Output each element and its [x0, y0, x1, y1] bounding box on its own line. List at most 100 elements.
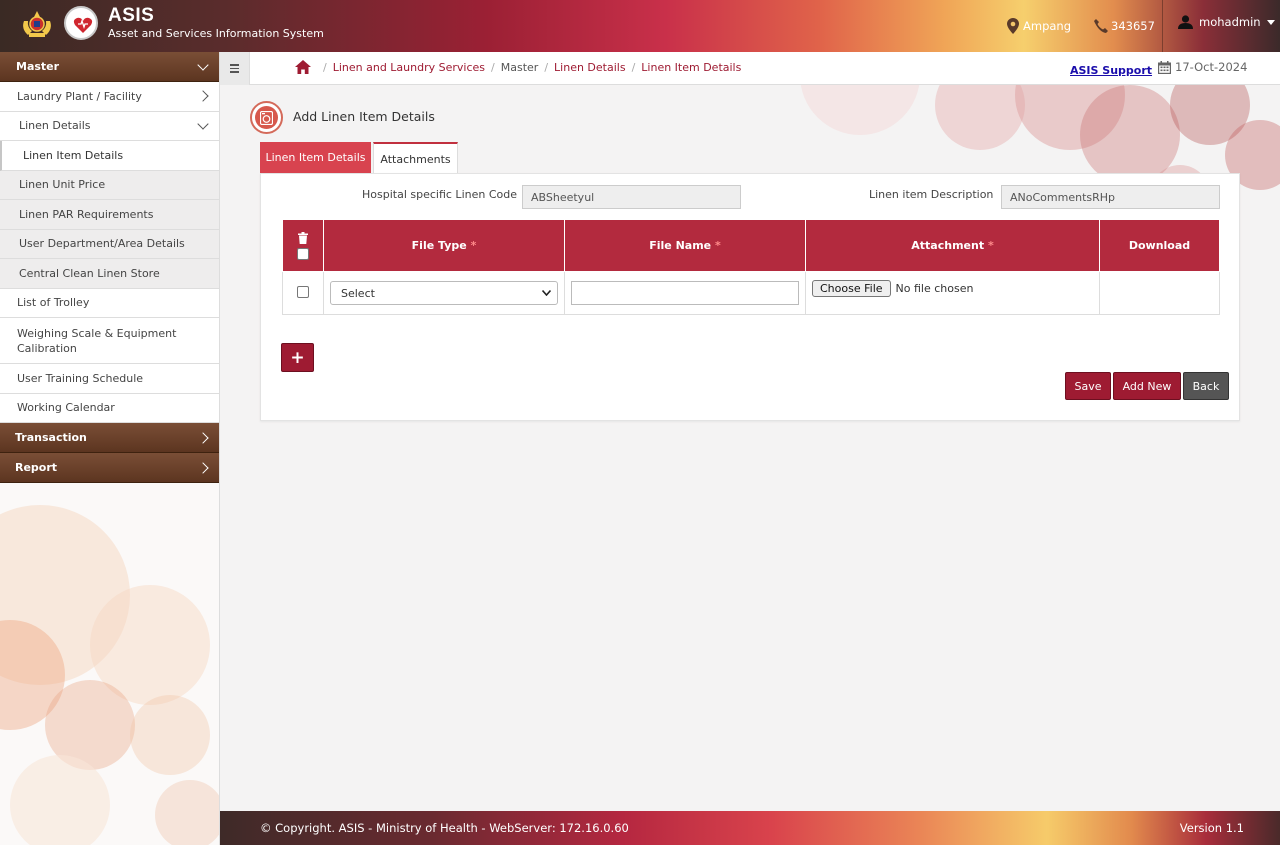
sidebar-item-label: User Training Schedule [17, 371, 144, 385]
chevron-down-icon [542, 290, 551, 296]
attachment-cell: Choose File No file chosen [805, 271, 1100, 315]
linen-item-page-icon [250, 101, 283, 134]
save-button[interactable]: Save [1065, 372, 1111, 400]
chevron-right-icon [197, 90, 209, 102]
sidebar-item-label: Linen Item Details [23, 148, 124, 162]
sidebar-section-master[interactable]: Master [0, 52, 219, 82]
calendar-icon [1158, 60, 1171, 74]
ministry-of-health-logo [64, 6, 98, 40]
sidebar-item-label: User Department/Area Details [19, 237, 185, 251]
app-header: ASIS Asset and Services Information Syst… [0, 0, 1280, 52]
sidebar-item-label: Weighing Scale & Equipment Calibration [17, 326, 177, 355]
phone-indicator[interactable]: 343657 [1093, 18, 1155, 34]
add-new-button[interactable]: Add New [1113, 372, 1181, 400]
sidebar-item-central-clean-linen-store[interactable]: Central Clean Linen Store [0, 259, 219, 289]
choose-file-button[interactable]: Choose File [812, 279, 891, 297]
download-header: Download [1099, 219, 1220, 272]
sidebar-item-laundry-plant[interactable]: Laundry Plant / Facility [0, 82, 219, 112]
phone-icon [1094, 19, 1108, 33]
breadcrumb-item[interactable]: Linen and Laundry Services [333, 61, 485, 74]
sidebar-item-label: Linen Unit Price [19, 178, 106, 192]
attachments-panel: Hospital specific Linen Code ABSheetyul … [260, 173, 1240, 421]
file-type-selected: Select [341, 286, 375, 300]
download-cell [1099, 271, 1220, 315]
sidebar-item-label: Working Calendar [17, 401, 115, 415]
menu-toggle-icon[interactable] [220, 52, 250, 85]
file-name-cell [564, 271, 806, 315]
footer-copyright: © Copyright. ASIS - Ministry of Health -… [260, 821, 629, 835]
description-field: ANoCommentsRHp [1001, 185, 1220, 209]
topbar: / Linen and Laundry Services / Master / … [220, 52, 1280, 85]
trash-icon[interactable] [298, 231, 308, 244]
sidebar: Master Laundry Plant / Facility Linen De… [0, 52, 220, 845]
username: mohadmin [1199, 15, 1261, 29]
app-title: ASIS [108, 5, 155, 26]
breadcrumb-item: Master [500, 60, 539, 74]
location-text: Ampang [1023, 19, 1072, 33]
sidebar-decoration [0, 505, 219, 845]
required-marker: * [987, 239, 994, 252]
chevron-right-icon [197, 461, 209, 474]
download-header-label: Download [1128, 239, 1191, 252]
sidebar-section-label: Master [16, 60, 60, 73]
sidebar-item-user-department[interactable]: User Department/Area Details [0, 229, 219, 259]
file-type-header-label: File Type [411, 239, 467, 252]
sidebar-section-transaction[interactable]: Transaction [0, 423, 219, 453]
add-row-button[interactable]: + [281, 343, 314, 372]
user-menu[interactable]: mohadmin [1178, 15, 1275, 29]
sidebar-item-user-training-schedule[interactable]: User Training Schedule [0, 364, 219, 394]
sidebar-item-list-of-trolley[interactable]: List of Trolley [0, 288, 219, 318]
attachments-table: File Type * File Name * Attachment * Dow… [282, 219, 1220, 315]
file-type-select[interactable]: Select [330, 281, 558, 305]
sidebar-item-weighing-scale[interactable]: Weighing Scale & Equipment Calibration [0, 318, 219, 364]
sidebar-item-label: Central Clean Linen Store [19, 266, 160, 280]
phone-text: 343657 [1111, 19, 1155, 33]
app-subtitle: Asset and Services Information System [108, 27, 324, 40]
heart-icon [73, 17, 93, 33]
row-checkbox[interactable] [297, 285, 309, 298]
map-pin-icon [1007, 18, 1019, 34]
row-select-cell [282, 271, 324, 315]
header-divider [1162, 0, 1163, 52]
sidebar-item-linen-unit-price[interactable]: Linen Unit Price [0, 170, 219, 200]
government-crest-logo [23, 11, 51, 37]
chevron-right-icon [197, 431, 209, 444]
location-indicator[interactable]: Ampang [1007, 18, 1071, 34]
chevron-down-icon [197, 118, 209, 130]
breadcrumb-item[interactable]: Linen Details [554, 61, 626, 74]
file-name-input[interactable] [571, 281, 799, 305]
file-picker: Choose File No file chosen [812, 279, 1099, 297]
breadcrumb-separator: / [544, 60, 549, 74]
required-marker: * [470, 239, 477, 252]
sidebar-item-label: Linen PAR Requirements [19, 207, 154, 221]
tab-attachments[interactable]: Attachments [373, 142, 458, 174]
file-name-header: File Name * [564, 219, 806, 272]
sidebar-item-linen-details[interactable]: Linen Details [0, 111, 219, 141]
sidebar-section-report[interactable]: Report [0, 453, 219, 483]
file-name-header-label: File Name [649, 239, 712, 252]
linen-code-label: Hospital specific Linen Code [362, 188, 517, 201]
breadcrumb-item-current: Linen Item Details [641, 60, 742, 74]
sidebar-item-linen-par-requirements[interactable]: Linen PAR Requirements [0, 200, 219, 230]
sidebar-item-working-calendar[interactable]: Working Calendar [0, 393, 219, 423]
sidebar-section-label: Transaction [15, 431, 87, 444]
file-type-header: File Type * [323, 219, 565, 272]
table-row: Select Choose File No file chosen [282, 271, 1220, 315]
page-title: Add Linen Item Details [293, 109, 435, 124]
sidebar-item-label: List of Trolley [17, 296, 90, 310]
breadcrumb: / Linen and Laundry Services / Master / … [295, 60, 741, 74]
back-button[interactable]: Back [1183, 372, 1229, 400]
current-date: 17-Oct-2024 [1158, 60, 1247, 74]
sidebar-item-linen-item-details[interactable]: Linen Item Details [0, 141, 219, 171]
breadcrumb-separator: / [323, 60, 327, 74]
description-label: Linen item Description [869, 188, 994, 201]
home-icon[interactable] [295, 60, 311, 74]
tab-linen-item-details[interactable]: Linen Item Details [260, 142, 371, 173]
select-all-checkbox[interactable] [297, 247, 309, 260]
sidebar-item-label: Laundry Plant / Facility [17, 89, 142, 103]
attachment-header-label: Attachment [911, 239, 985, 252]
asis-support-link[interactable]: ASIS Support [1070, 64, 1152, 77]
sidebar-item-label: Linen Details [19, 119, 91, 133]
sidebar-section-label: Report [15, 461, 58, 474]
select-all-header [282, 219, 324, 272]
